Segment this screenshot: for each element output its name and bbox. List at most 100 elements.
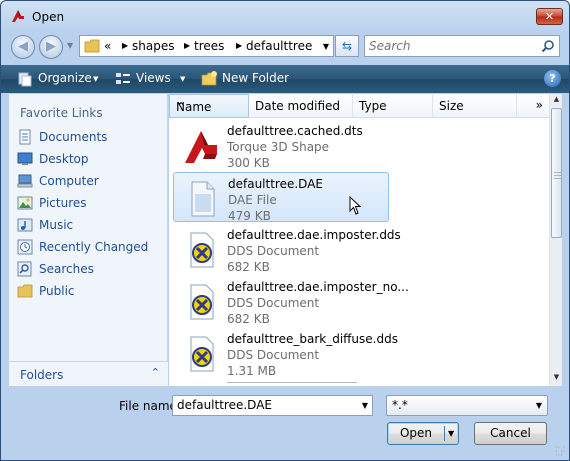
new-folder-icon xyxy=(201,71,217,86)
recent-pages-dropdown-icon[interactable]: ▼ xyxy=(67,41,73,50)
scroll-up-icon[interactable]: ▲ xyxy=(551,95,562,107)
chevron-down-icon[interactable]: ▼ xyxy=(323,42,329,51)
sidebar-item-computer[interactable]: Computer xyxy=(15,171,165,191)
generic-file-icon xyxy=(191,181,215,217)
breadcrumb-separator-icon[interactable]: ▶ xyxy=(184,41,190,50)
help-button[interactable]: ? xyxy=(544,70,561,87)
file-name: defaulttree.DAE xyxy=(228,177,323,191)
new-folder-button[interactable]: New Folder xyxy=(222,71,289,85)
views-button[interactable]: Views xyxy=(136,71,171,85)
dds-document-icon xyxy=(190,336,214,372)
partial-file-item xyxy=(227,382,357,386)
sidebar-item-label: Searches xyxy=(39,262,94,276)
file-name: defaulttree.dae.imposter_no... xyxy=(227,280,409,294)
refresh-button[interactable]: ⇆ xyxy=(335,35,359,57)
breadcrumb-defaulttree[interactable]: defaulttree xyxy=(246,39,312,53)
sidebar-item-music[interactable]: Music xyxy=(15,215,165,235)
grip-icon: ― ― ― xyxy=(554,168,561,182)
sidebar-item-recently-changed[interactable]: Recently Changed xyxy=(15,237,165,257)
sidebar-item-desktop[interactable]: Desktop xyxy=(15,149,165,169)
breadcrumb-overflow[interactable]: « xyxy=(104,39,111,53)
cancel-button-label: Cancel xyxy=(490,426,531,440)
column-type[interactable]: Type xyxy=(353,94,433,118)
search-box[interactable] xyxy=(364,35,560,57)
file-type: Torque 3D Shape xyxy=(227,140,330,154)
sidebar-item-searches[interactable]: Searches xyxy=(15,259,165,279)
vertical-scrollbar[interactable]: ▲ ― ― ― ▼ xyxy=(549,94,562,386)
sidebar-item-public[interactable]: Public xyxy=(15,281,165,301)
column-size-label: Size xyxy=(439,99,464,113)
chevron-down-icon[interactable]: ▼ xyxy=(362,401,368,410)
forward-button[interactable]: ▶ xyxy=(39,35,63,59)
favorite-links-header: Favorite Links xyxy=(20,106,103,120)
dds-document-icon xyxy=(190,284,214,320)
column-size[interactable]: Size xyxy=(433,94,517,118)
title-bar: Open ✕ xyxy=(1,1,569,31)
split-divider xyxy=(444,426,445,441)
file-size: 479 KB xyxy=(228,209,271,223)
address-bar[interactable]: « ▶ shapes ▶ trees ▶ defaulttree ▼ xyxy=(79,35,334,57)
breadcrumb-separator-icon[interactable]: ▶ xyxy=(122,41,128,50)
open-button[interactable]: Open ▼ xyxy=(387,422,459,445)
organize-icon xyxy=(18,72,32,87)
file-name-input[interactable] xyxy=(177,398,352,412)
refresh-icon: ⇆ xyxy=(341,39,353,53)
sort-ascending-icon: ⌃ xyxy=(176,100,187,114)
open-dialog: Open ✕ ◀ ▶ ▼ « ▶ shapes ▶ trees ▶ defaul… xyxy=(0,0,570,461)
folder-icon xyxy=(84,39,100,53)
sidebar-item-pictures[interactable]: Pictures xyxy=(15,193,165,213)
searches-icon xyxy=(17,261,32,277)
search-icon[interactable] xyxy=(541,39,555,53)
documents-icon xyxy=(19,129,31,145)
open-button-label: Open xyxy=(399,426,433,440)
back-button[interactable]: ◀ xyxy=(11,35,35,59)
close-icon: ✕ xyxy=(544,10,555,23)
chevron-down-icon[interactable]: ▼ xyxy=(448,423,454,444)
sidebar-item-documents[interactable]: Documents xyxy=(15,127,165,147)
file-item[interactable]: defaulttree.dae.imposter_no... DDS Docum… xyxy=(173,276,409,326)
column-header-row: Name ⌃ Date modified Type Size » xyxy=(169,94,549,118)
sidebar-item-label: Music xyxy=(39,218,74,232)
file-name-combobox[interactable]: ▼ xyxy=(172,395,373,416)
file-type: DDS Document xyxy=(227,348,320,362)
resize-grip-icon[interactable]: ·· · · ·· ··· xyxy=(555,444,567,460)
help-icon: ? xyxy=(549,72,556,85)
chevron-up-icon: ⌃ xyxy=(150,366,160,379)
breadcrumb-separator-icon[interactable]: ▶ xyxy=(236,41,242,50)
file-size: 682 KB xyxy=(227,260,270,274)
mouse-cursor-icon xyxy=(349,196,362,215)
folders-toggle[interactable]: Folders ⌃ xyxy=(9,361,168,386)
breadcrumb-trees[interactable]: trees xyxy=(194,39,224,53)
chevron-down-icon[interactable]: ▼ xyxy=(180,75,185,83)
column-date-modified[interactable]: Date modified xyxy=(249,94,353,118)
app-logo-icon xyxy=(12,10,24,22)
back-arrow-icon: ◀ xyxy=(18,39,28,54)
file-item[interactable]: defaulttree_bark_diffuse.dds DDS Documen… xyxy=(173,328,398,378)
torque-shape-icon xyxy=(185,131,217,163)
column-name[interactable]: Name ⌃ xyxy=(169,94,249,118)
scroll-down-icon[interactable]: ▼ xyxy=(551,373,562,385)
cancel-button[interactable]: Cancel xyxy=(474,422,547,445)
command-toolbar: Organize ▼ Views ▼ New Folder ? xyxy=(1,65,569,93)
file-item[interactable]: defaulttree.cached.dts Torque 3D Shape 3… xyxy=(173,120,389,170)
computer-icon xyxy=(17,174,33,188)
scrollbar-thumb[interactable]: ― ― ― xyxy=(551,108,562,238)
file-name: defaulttree.cached.dts xyxy=(227,124,363,138)
file-type: DDS Document xyxy=(227,244,320,258)
close-button[interactable]: ✕ xyxy=(536,8,563,25)
file-name: defaulttree.dae.imposter.dds xyxy=(227,228,401,242)
search-input[interactable] xyxy=(369,39,534,53)
sidebar-item-label: Documents xyxy=(39,130,108,144)
organize-button[interactable]: Organize xyxy=(38,71,92,85)
breadcrumb-shapes[interactable]: shapes xyxy=(132,39,174,53)
desktop-icon xyxy=(17,152,33,165)
file-type-select[interactable]: *.* ▼ xyxy=(386,395,548,416)
music-icon xyxy=(17,218,33,232)
more-columns-button[interactable]: » xyxy=(536,98,543,112)
file-list: Name ⌃ Date modified Type Size » default… xyxy=(169,94,562,386)
sidebar-item-label: Computer xyxy=(39,174,99,188)
chevron-down-icon[interactable]: ▼ xyxy=(93,75,98,83)
window-title: Open xyxy=(32,10,65,24)
file-item[interactable]: defaulttree.dae.imposter.dds DDS Documen… xyxy=(173,224,401,274)
dds-document-icon xyxy=(190,232,214,268)
